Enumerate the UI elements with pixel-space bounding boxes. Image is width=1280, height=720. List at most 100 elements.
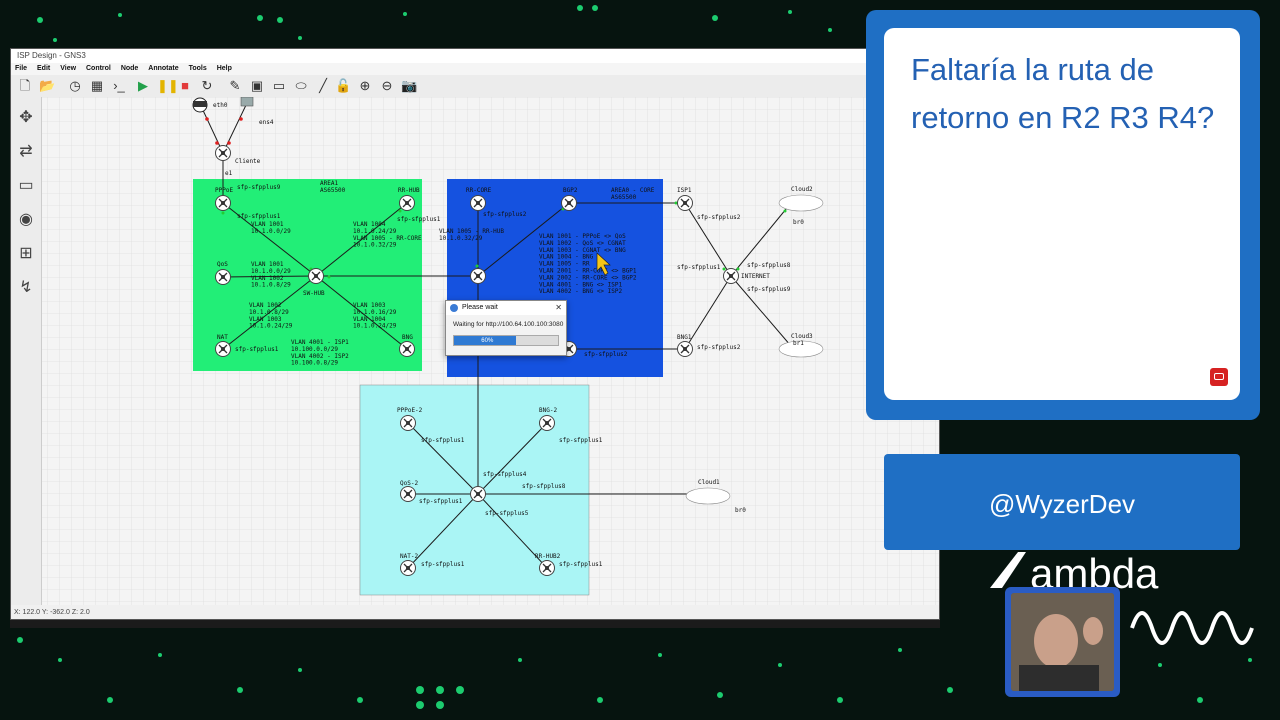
- close-icon[interactable]: ✕: [555, 301, 562, 315]
- zoom-in-icon[interactable]: ⊕: [357, 78, 373, 94]
- router-isp1[interactable]: [676, 194, 694, 212]
- node-label-cloud3: Cloud3: [791, 333, 813, 340]
- new-project-icon[interactable]: 🗋: [17, 78, 33, 94]
- port-label-rr-hub: sfp-sfpplus1: [397, 216, 441, 223]
- snapshot-clock-icon[interactable]: ◷: [67, 78, 83, 94]
- status-bar: X: 122.0 Y: -362.0 Z: 2.0: [11, 605, 939, 619]
- port-label-hub2-8: sfp-sfpplus8: [522, 483, 566, 490]
- question-card: Faltaría la ruta de retorno en R2 R3 R4?: [866, 10, 1260, 420]
- cloud1-icon[interactable]: [685, 487, 731, 505]
- switches-icon[interactable]: ⇄: [15, 141, 37, 163]
- device-toolbar: ✥ ⇄ ▭ ◉ ⊞ ↯: [11, 97, 42, 607]
- end-devices-icon[interactable]: ▭: [15, 175, 37, 197]
- node-label-nat: NAT: [217, 334, 228, 341]
- menu-help[interactable]: Help: [213, 63, 236, 75]
- menu-edit[interactable]: Edit: [33, 63, 54, 75]
- node-label-bgp2: BGP2: [563, 187, 578, 194]
- webcam-image: [1011, 593, 1114, 691]
- node-label-qos-2: QoS-2: [400, 480, 418, 487]
- menubar: File Edit View Control Node Annotate Too…: [11, 63, 939, 75]
- port-label-bng1: sfp-sfpplus2: [697, 344, 741, 351]
- gns3-icon: [450, 304, 458, 312]
- router-qos[interactable]: [214, 268, 232, 286]
- menu-file[interactable]: File: [11, 63, 31, 75]
- node-label-bng1: BNG1: [677, 334, 692, 341]
- router-pppoe-2[interactable]: [399, 414, 417, 432]
- router-nat-2[interactable]: [399, 559, 417, 577]
- port-label-e1: e1: [225, 170, 233, 177]
- insert-picture-icon[interactable]: ▣: [249, 78, 265, 94]
- node-label-cliente: Cliente: [235, 158, 261, 165]
- add-note-icon[interactable]: ✎: [227, 78, 243, 94]
- show-interface-labels-icon[interactable]: ▦: [89, 78, 105, 94]
- router-rr-core[interactable]: [469, 194, 487, 212]
- ens4-host-icon[interactable]: [240, 97, 254, 107]
- console-all-icon[interactable]: ›_: [111, 78, 127, 94]
- please-wait-dialog: Please wait ✕ Waiting for http://100.64.…: [445, 300, 567, 356]
- start-all-icon[interactable]: ▶: [135, 78, 151, 94]
- router-rr-hub2[interactable]: [538, 559, 556, 577]
- menu-annotate[interactable]: Annotate: [144, 63, 182, 75]
- handle-text: @WyzerDev: [988, 489, 1136, 519]
- node-label-br0-b: br0: [735, 507, 746, 514]
- progress-label: 60%: [481, 338, 494, 344]
- switch-core[interactable]: [469, 267, 487, 285]
- draw-rectangle-icon[interactable]: ▭: [271, 78, 287, 94]
- router-rr-hub[interactable]: [398, 194, 416, 212]
- suspend-all-icon[interactable]: ❚❚: [157, 78, 179, 94]
- reload-all-icon[interactable]: ↻: [199, 78, 215, 94]
- port-label-internet-9: sfp-sfpplus9: [747, 286, 791, 293]
- cloud2-icon[interactable]: [778, 194, 824, 212]
- draw-ellipse-icon[interactable]: ⬭: [293, 78, 309, 94]
- node-label-br1: br1: [793, 340, 804, 347]
- node-label-rr-core: RR-CORE: [466, 187, 492, 194]
- switch-sw-hub[interactable]: [307, 267, 325, 285]
- node-label-cloud2: Cloud2: [791, 186, 813, 193]
- security-devices-icon[interactable]: ◉: [15, 209, 37, 231]
- screenshot-icon[interactable]: 📷: [401, 78, 417, 94]
- port-label-isp1: sfp-sfpplus2: [697, 214, 741, 221]
- router-bng1[interactable]: [676, 340, 694, 358]
- port-label-pppoe-2: sfp-sfpplus1: [237, 213, 281, 220]
- dialog-title-text: Please wait: [462, 304, 498, 311]
- draw-line-icon[interactable]: ╱: [315, 78, 331, 94]
- open-project-icon[interactable]: 📂: [39, 78, 55, 94]
- router-bng[interactable]: [398, 340, 416, 358]
- lock-icon[interactable]: 🔓: [335, 78, 351, 94]
- router-qos-2[interactable]: [399, 485, 417, 503]
- router-bng-2[interactable]: [538, 414, 556, 432]
- question-inner: Faltaría la ruta de retorno en R2 R3 R4?: [884, 28, 1240, 400]
- node-label-nat-2: NAT-2: [400, 553, 418, 560]
- router-pppoe[interactable]: [214, 194, 232, 212]
- menu-control[interactable]: Control: [82, 63, 115, 75]
- node-label-br0-a: br0: [793, 219, 804, 226]
- youtube-icon: [1210, 368, 1228, 386]
- zoom-out-icon[interactable]: ⊖: [379, 78, 395, 94]
- router-bgp2[interactable]: [560, 194, 578, 212]
- port-label-bng2: sfp-sfpplus1: [559, 437, 603, 444]
- router-cliente[interactable]: [214, 144, 232, 162]
- router-nat[interactable]: [214, 340, 232, 358]
- handle-card: @WyzerDev: [884, 454, 1240, 550]
- node-label-bng: BNG: [402, 334, 413, 341]
- eth0-host-screen: [193, 101, 207, 107]
- webcam-feed: [1005, 587, 1120, 697]
- add-link-icon[interactable]: ↯: [15, 277, 37, 299]
- port-label-hub2-5: sfp-sfpplus5: [485, 510, 529, 517]
- stop-all-icon[interactable]: ■: [177, 78, 193, 94]
- node-label-cloud1: Cloud1: [698, 479, 720, 486]
- port-label-nat2: sfp-sfpplus1: [421, 561, 465, 568]
- routers-icon[interactable]: ✥: [15, 107, 37, 129]
- port-label-rrhub2: sfp-sfpplus1: [559, 561, 603, 568]
- menu-tools[interactable]: Tools: [185, 63, 211, 75]
- toolbar: 🗋 📂 ◷ ▦ ›_ ▶ ❚❚ ■ ↻ ✎ ▣ ▭ ⬭ ╱ 🔓 ⊕ ⊖ 📷: [11, 75, 939, 98]
- all-devices-icon[interactable]: ⊞: [15, 243, 37, 265]
- switch-internet[interactable]: [722, 267, 740, 285]
- node-label-pppoe: PPPoE: [215, 187, 233, 194]
- menu-node[interactable]: Node: [117, 63, 143, 75]
- menu-view[interactable]: View: [56, 63, 80, 75]
- switch-hub-2[interactable]: [469, 485, 487, 503]
- presenter-silhouette: [1011, 593, 1114, 691]
- port-label-core-bottom: sfp-sfpplus2: [584, 351, 628, 358]
- dialog-message: Waiting for http://100.64.100.100:3080: [453, 321, 564, 328]
